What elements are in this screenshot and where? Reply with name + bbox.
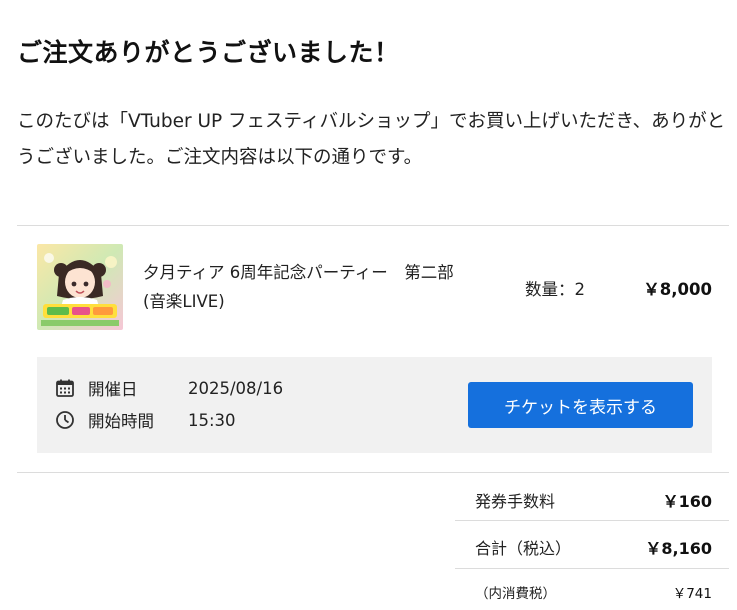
item-thumbnail [37, 244, 123, 330]
summary-divider [455, 568, 729, 569]
event-date-value: 2025/08/16 [188, 378, 284, 398]
show-ticket-button[interactable]: チケットを表示する [468, 382, 693, 428]
event-time-value: 15:30 [188, 410, 236, 430]
tax-label: （内消費税） [475, 586, 556, 602]
fee-label: 発券手数料 [475, 491, 556, 511]
summary-divider [455, 520, 729, 521]
item-price: ￥8,000 [643, 280, 712, 299]
summary-total-row: 合計（税込） ￥8,160 [455, 523, 729, 570]
calendar-icon [55, 378, 75, 398]
fee-value: ￥160 [662, 491, 712, 511]
summary-fee-row: 発券手数料 ￥160 [455, 476, 729, 523]
event-time-row: 開始時間 15:30 [55, 408, 236, 432]
page-title: ご注文ありがとうございました！ [17, 38, 400, 67]
intro-text: このたびは「VTuber UP フェスティバルショップ」でお買い上げいただき、あ… [17, 111, 726, 168]
divider [17, 472, 729, 473]
total-value: ￥8,160 [645, 538, 712, 558]
divider [17, 225, 729, 226]
total-label: 合計（税込） [475, 538, 572, 558]
summary-tax-row: （内消費税） ￥741 [455, 570, 729, 610]
event-date-label: 開催日 [88, 380, 138, 399]
event-time-label: 開始時間 [88, 412, 154, 431]
clock-icon [55, 410, 75, 430]
event-info-box: 開催日 2025/08/16 開始時間 15:30 チケットを表示する [37, 357, 712, 453]
event-date-row: 開催日 2025/08/16 [55, 376, 283, 400]
item-quantity: 数量：2 [525, 280, 585, 299]
tax-value: ￥741 [672, 586, 712, 602]
item-name: 夕月ティア 6周年記念パーティー 第二部(音楽LIVE) [143, 263, 454, 311]
